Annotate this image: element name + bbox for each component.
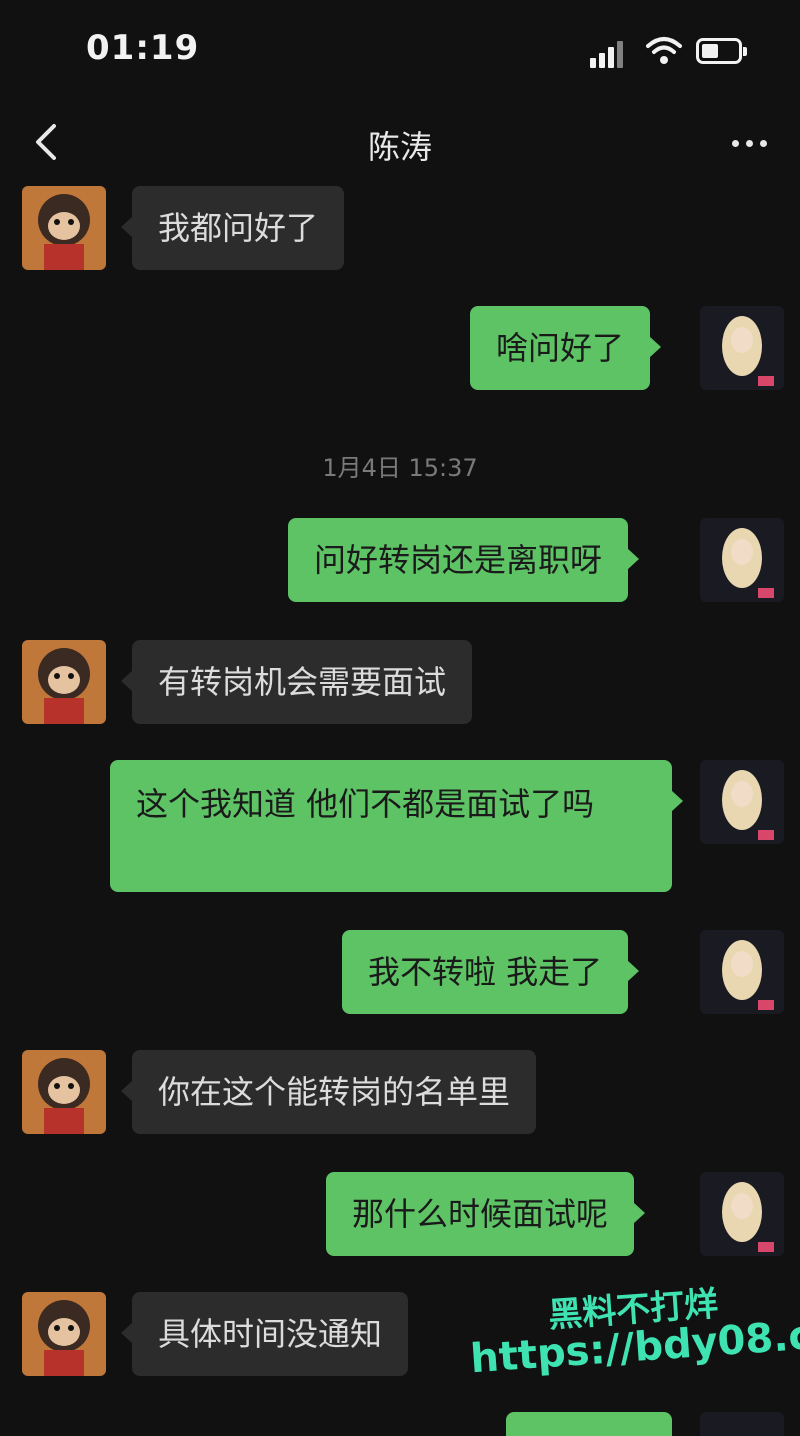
message-timestamp: 1月4日 15:37 [322, 454, 478, 482]
signal-icon [590, 38, 632, 68]
message-bubble-incoming[interactable]: 我都问好了 [120, 186, 345, 270]
chat-header: 陈涛 [0, 100, 800, 186]
message-row-partial [0, 1412, 800, 1436]
message-bubble-incoming[interactable]: 你在这个能转岗的名单里 [120, 1050, 537, 1134]
wifi-icon [646, 37, 682, 64]
message-bubble-incoming[interactable]: 有转岗机会需要面试 [120, 640, 473, 724]
page-title: 陈涛 [367, 128, 432, 166]
my-avatar[interactable] [700, 930, 784, 1014]
my-avatar[interactable] [700, 1412, 784, 1436]
contact-avatar[interactable] [22, 1050, 106, 1134]
message-bubble-outgoing[interactable]: 这个我知道 他们不都是面试了吗 [110, 760, 683, 892]
message-bubble-outgoing[interactable]: 啥问好了 [470, 306, 662, 390]
message-bubble-outgoing[interactable]: 那什么时候面试呢 [326, 1172, 646, 1256]
message-bubble-incoming[interactable]: 具体时间没通知 [120, 1292, 409, 1376]
more-dots-icon[interactable] [728, 128, 772, 158]
message-bubble-outgoing[interactable] [506, 1412, 672, 1436]
my-avatar[interactable] [700, 1172, 784, 1256]
contact-avatar[interactable] [22, 186, 106, 270]
battery-icon [696, 38, 747, 64]
status-bar: 01:19 [0, 0, 800, 100]
my-avatar[interactable] [700, 306, 784, 390]
my-avatar[interactable] [700, 518, 784, 602]
status-time: 01:19 [86, 28, 200, 68]
contact-avatar[interactable] [22, 1292, 106, 1376]
my-avatar[interactable] [700, 760, 784, 844]
message-bubble-outgoing[interactable]: 问好转岗还是离职呀 [288, 518, 640, 602]
contact-avatar[interactable] [22, 640, 106, 724]
message-bubble-outgoing[interactable]: 我不转啦 我走了 [342, 930, 640, 1014]
